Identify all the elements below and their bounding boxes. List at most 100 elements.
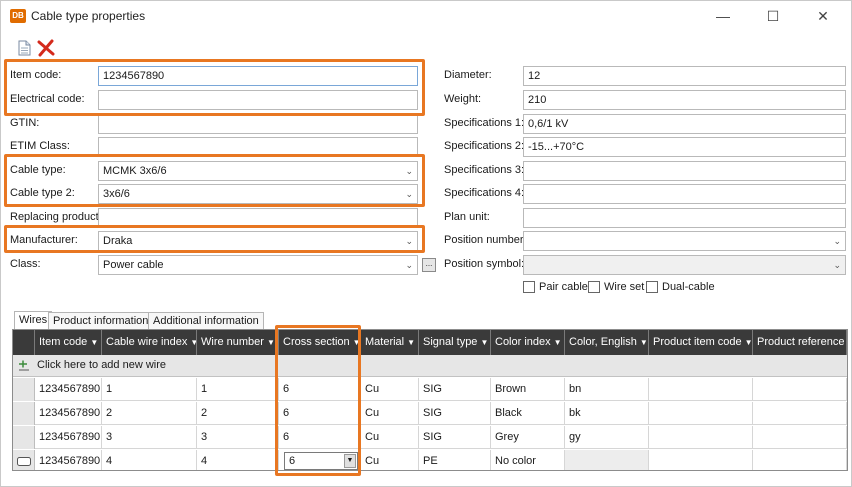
cell-product-item-code[interactable] — [649, 402, 753, 425]
specifications-1-input[interactable]: 0,6/1 kV — [523, 114, 846, 134]
cell-color-index[interactable]: Black — [491, 402, 565, 425]
column-header-color-index[interactable]: Color index ▼ — [491, 330, 565, 355]
cell-color-index[interactable]: Brown — [491, 378, 565, 401]
column-header-color-english[interactable]: Color, English ▼ — [565, 330, 649, 355]
table-row[interactable]: 1234567890 3 3 6 Cu SIG Grey gy — [13, 426, 847, 449]
cell-product-reference[interactable] — [753, 402, 847, 425]
column-header-material[interactable]: Material ▼ — [361, 330, 419, 355]
chevron-down-icon[interactable]: ⌄ — [405, 185, 413, 203]
class-select[interactable]: Power cable ⌄ — [98, 255, 418, 275]
cell-color-english[interactable]: bn — [565, 378, 649, 401]
table-row[interactable]: 1234567890 1 1 6 Cu SIG Brown bn — [13, 378, 847, 401]
cable-type-select[interactable]: MCMK 3x6/6 ⌄ — [98, 161, 418, 181]
position-symbol-select[interactable]: ⌄ — [523, 255, 846, 275]
column-header-product-reference[interactable]: Product reference — [753, 330, 847, 355]
chevron-down-icon[interactable]: ⌄ — [405, 162, 413, 180]
dropdown-arrow-icon[interactable]: ▼ — [344, 454, 356, 468]
etim-class-input[interactable] — [98, 137, 418, 157]
cell-color-english[interactable]: bk — [565, 402, 649, 425]
weight-input[interactable]: 210 — [523, 90, 846, 110]
cell-cross-section[interactable]: 6 — [279, 378, 361, 401]
cell-cross-section[interactable]: 6 — [279, 402, 361, 425]
cell-signal-type[interactable]: SIG — [419, 426, 491, 449]
tab-additional-information[interactable]: Additional information — [148, 312, 264, 329]
specifications-3-input[interactable] — [523, 161, 846, 181]
cell-product-reference[interactable] — [753, 450, 847, 470]
class-browse-button[interactable]: ... — [422, 258, 436, 272]
new-document-icon[interactable] — [15, 39, 33, 57]
row-header[interactable] — [13, 402, 35, 425]
delete-icon[interactable] — [37, 39, 55, 57]
close-button[interactable]: ✕ — [801, 5, 845, 27]
row-header-corner — [13, 330, 35, 355]
column-header-item-code[interactable]: Item code ▼ — [35, 330, 102, 355]
replacing-product-label: Replacing product: — [10, 211, 102, 223]
cell-product-item-code[interactable] — [649, 426, 753, 449]
window-title: Cable type properties — [31, 9, 146, 23]
cell-cross-section[interactable]: 6 — [279, 426, 361, 449]
cell-signal-type[interactable]: SIG — [419, 402, 491, 425]
cell-wire-number[interactable]: 1 — [197, 378, 279, 401]
column-header-cable-wire-index[interactable]: Cable wire index▼ — [102, 330, 197, 355]
cell-wire-number[interactable]: 4 — [197, 450, 279, 470]
gtin-input[interactable] — [98, 114, 418, 134]
cell-signal-type[interactable]: PE — [419, 450, 491, 470]
cell-wire-number[interactable]: 2 — [197, 402, 279, 425]
cell-color-english[interactable]: gy — [565, 426, 649, 449]
cell-cable-wire-index[interactable]: 2 — [102, 402, 197, 425]
cell-wire-number[interactable]: 3 — [197, 426, 279, 449]
plan-unit-input[interactable] — [523, 208, 846, 228]
column-header-signal-type[interactable]: Signal type ▼ — [419, 330, 491, 355]
chevron-down-icon[interactable]: ⌄ — [833, 256, 841, 274]
cell-item-code[interactable]: 1234567890 — [35, 378, 102, 401]
tab-product-information[interactable]: Product information — [48, 312, 154, 329]
table-row[interactable]: 1234567890 4 4 6 ▼ Cu PE No color — [13, 450, 847, 470]
add-new-wire-row[interactable]: Click here to add new wire — [13, 355, 847, 377]
cell-item-code[interactable]: 1234567890 — [35, 450, 102, 470]
cell-color-index[interactable]: Grey — [491, 426, 565, 449]
cable-type-2-select[interactable]: 3x6/6 ⌄ — [98, 184, 418, 204]
table-row[interactable]: 1234567890 2 2 6 Cu SIG Black bk — [13, 402, 847, 425]
cell-material[interactable]: Cu — [361, 378, 419, 401]
position-number-select[interactable]: ⌄ — [523, 231, 846, 251]
column-header-wire-number[interactable]: Wire number ▼ — [197, 330, 279, 355]
cell-color-index[interactable]: No color — [491, 450, 565, 470]
cell-material[interactable]: Cu — [361, 402, 419, 425]
cell-material[interactable]: Cu — [361, 426, 419, 449]
minimize-button[interactable]: — — [701, 5, 745, 27]
cell-product-item-code[interactable] — [649, 378, 753, 401]
item-code-input[interactable]: 1234567890 — [98, 66, 418, 86]
cell-cable-wire-index[interactable]: 3 — [102, 426, 197, 449]
pair-cable-checkbox[interactable] — [523, 281, 535, 293]
chevron-down-icon[interactable]: ⌄ — [405, 232, 413, 250]
replacing-product-input[interactable] — [98, 208, 418, 228]
cross-section-editor[interactable]: 6 ▼ — [284, 452, 358, 470]
specifications-4-input[interactable] — [523, 184, 846, 204]
cell-product-reference[interactable] — [753, 426, 847, 449]
column-header-cross-section[interactable]: Cross section ▼ — [279, 330, 361, 355]
dual-cable-checkbox[interactable] — [646, 281, 658, 293]
cell-product-item-code[interactable] — [649, 450, 753, 470]
cell-cable-wire-index[interactable]: 4 — [102, 450, 197, 470]
row-header[interactable] — [13, 450, 35, 470]
specifications-2-input[interactable]: -15...+70°C — [523, 137, 846, 157]
column-header-product-item-code[interactable]: Product item code ▼ — [649, 330, 753, 355]
filter-icon: ▼ — [744, 338, 753, 347]
chevron-down-icon[interactable]: ⌄ — [405, 256, 413, 274]
cell-material[interactable]: Cu — [361, 450, 419, 470]
cell-color-english[interactable] — [565, 450, 649, 470]
diameter-input[interactable]: 12 — [523, 66, 846, 86]
row-header[interactable] — [13, 378, 35, 401]
tab-wires[interactable]: Wires — [14, 311, 53, 330]
maximize-button[interactable]: ☐ — [751, 5, 795, 27]
manufacturer-select[interactable]: Draka ⌄ — [98, 231, 418, 251]
wire-set-checkbox[interactable] — [588, 281, 600, 293]
row-header[interactable] — [13, 426, 35, 449]
chevron-down-icon[interactable]: ⌄ — [833, 232, 841, 250]
cell-cable-wire-index[interactable]: 1 — [102, 378, 197, 401]
cell-product-reference[interactable] — [753, 378, 847, 401]
cell-item-code[interactable]: 1234567890 — [35, 426, 102, 449]
cell-item-code[interactable]: 1234567890 — [35, 402, 102, 425]
cell-signal-type[interactable]: SIG — [419, 378, 491, 401]
electrical-code-input[interactable] — [98, 90, 418, 110]
